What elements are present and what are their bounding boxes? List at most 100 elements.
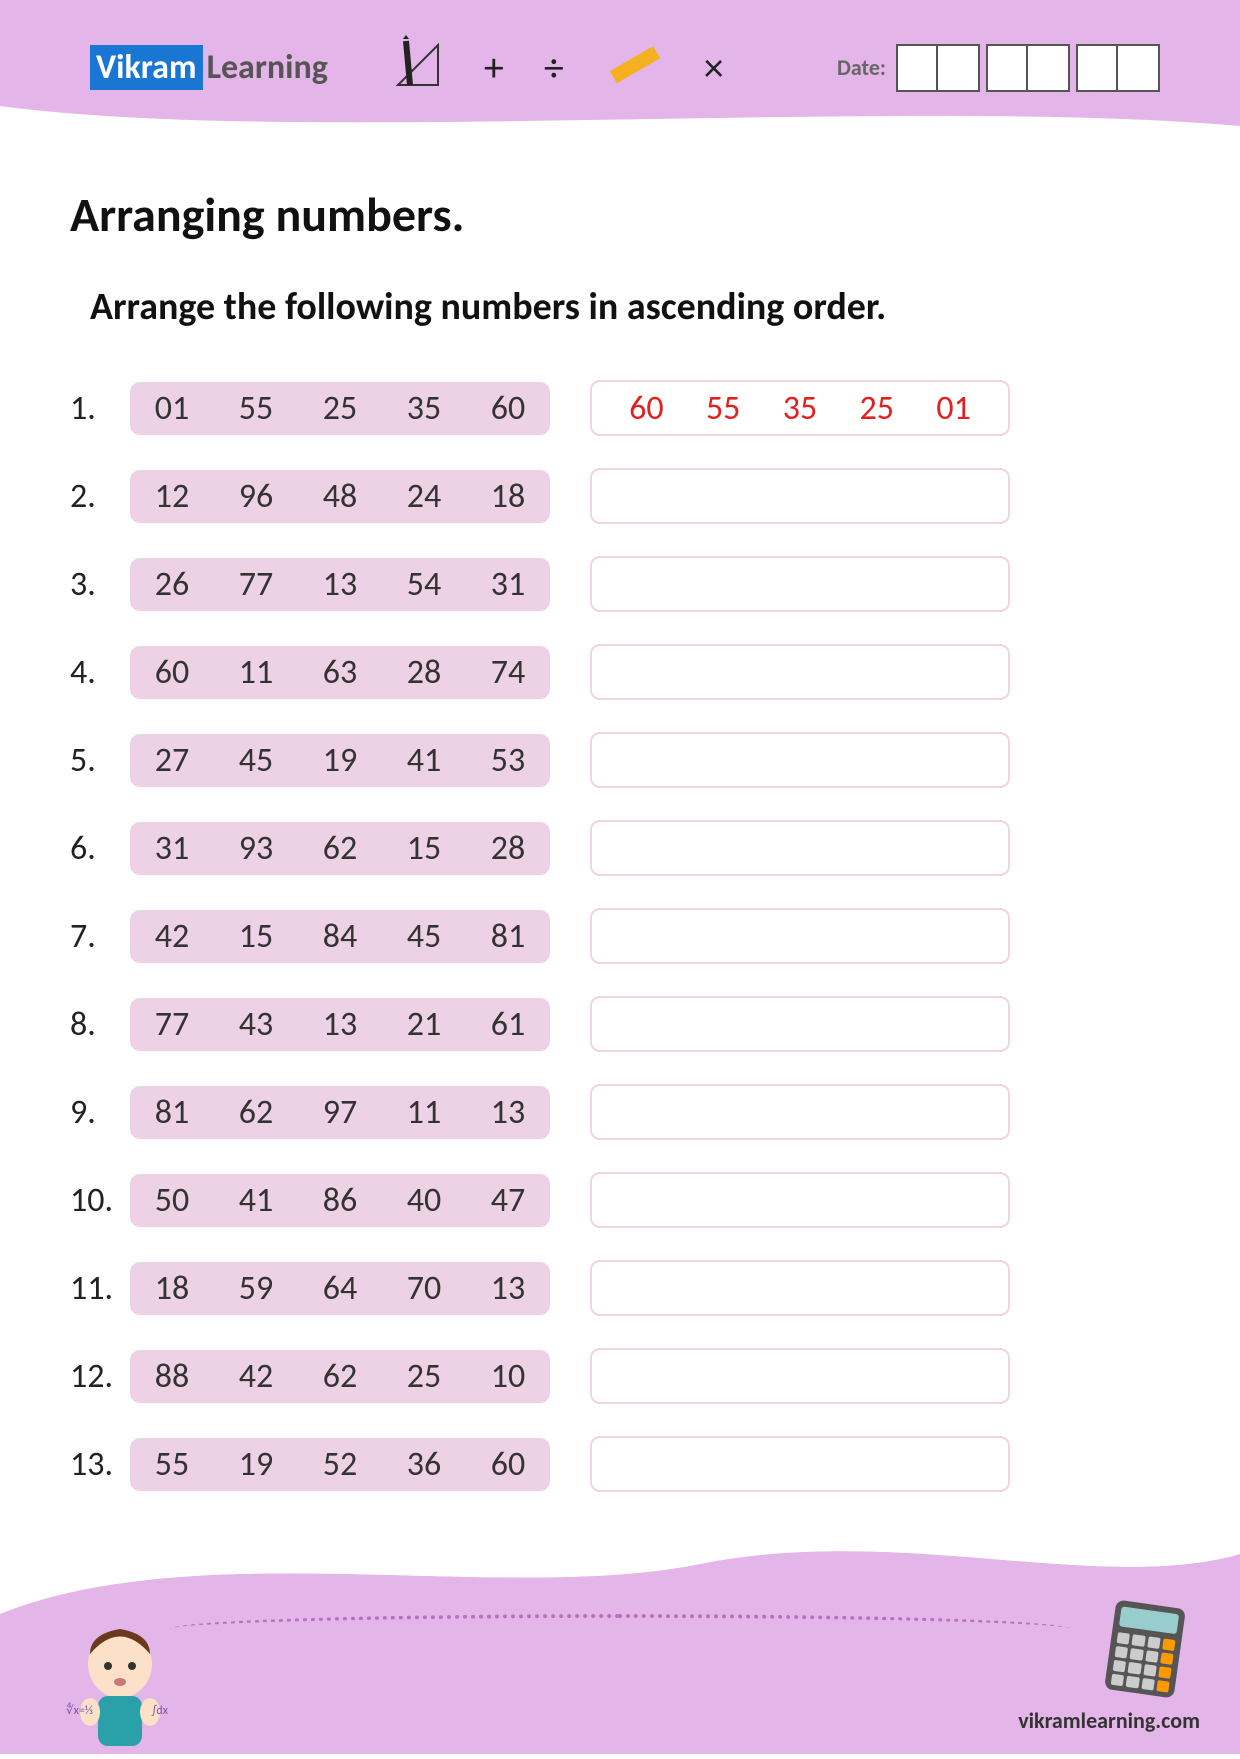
number-group: 2745194153 (130, 734, 550, 787)
divide-icon: ÷ (544, 43, 564, 92)
plus-icon: + (484, 43, 504, 92)
number-group: 5041864047 (130, 1174, 550, 1227)
number-cell: 42 (232, 1356, 280, 1397)
row-number: 13. (70, 1444, 130, 1485)
number-cell: 62 (316, 1356, 364, 1397)
number-cell: 47 (484, 1180, 532, 1221)
svg-text:∜x=⅓: ∜x=⅓ (66, 1703, 93, 1718)
row-number: 2. (70, 476, 130, 517)
number-cell: 77 (148, 1004, 196, 1045)
number-cell: 81 (484, 916, 532, 957)
row-number: 6. (70, 828, 130, 869)
number-cell: 40 (400, 1180, 448, 1221)
date-box[interactable] (938, 44, 980, 92)
date-box[interactable] (986, 44, 1028, 92)
date-box[interactable] (896, 44, 938, 92)
answer-box[interactable]: 6055352501 (590, 380, 1010, 436)
number-cell: 97 (316, 1092, 364, 1133)
answer-box[interactable] (590, 820, 1010, 876)
question-row: 4.6011632874 (70, 644, 1170, 700)
number-cell: 01 (148, 388, 196, 429)
number-cell: 21 (400, 1004, 448, 1045)
question-row: 9.8162971113 (70, 1084, 1170, 1140)
number-cell: 60 (484, 1444, 532, 1485)
number-cell: 13 (316, 1004, 364, 1045)
number-cell: 55 (148, 1444, 196, 1485)
answer-box[interactable] (590, 996, 1010, 1052)
row-number: 11. (70, 1268, 130, 1309)
number-cell: 96 (232, 476, 280, 517)
number-cell: 45 (232, 740, 280, 781)
row-number: 7. (70, 916, 130, 957)
number-cell: 81 (148, 1092, 196, 1133)
number-cell: 12 (148, 476, 196, 517)
page-title: Arranging numbers. (70, 185, 1170, 244)
number-group: 1859647013 (130, 1262, 550, 1315)
ruler-icon (604, 33, 664, 103)
number-group: 5519523660 (130, 1438, 550, 1491)
answer-box[interactable] (590, 644, 1010, 700)
pencil-triangle-icon (388, 35, 444, 101)
header-wave (0, 106, 1240, 136)
number-cell: 19 (232, 1444, 280, 1485)
number-cell: 43 (232, 1004, 280, 1045)
date-boxes (896, 44, 1160, 92)
brand-part2: Learning (207, 47, 328, 88)
number-cell: 70 (400, 1268, 448, 1309)
number-cell: 60 (484, 388, 532, 429)
number-cell: 62 (232, 1092, 280, 1133)
number-cell: 86 (316, 1180, 364, 1221)
row-number: 12. (70, 1356, 130, 1397)
answer-cell: 01 (930, 388, 978, 429)
date-box[interactable] (1076, 44, 1118, 92)
question-row: 10.5041864047 (70, 1172, 1170, 1228)
number-cell: 42 (148, 916, 196, 957)
answer-box[interactable] (590, 732, 1010, 788)
date-label: Date: (837, 54, 886, 81)
number-cell: 13 (484, 1092, 532, 1133)
row-number: 8. (70, 1004, 130, 1045)
number-cell: 61 (484, 1004, 532, 1045)
answer-cell: 55 (699, 388, 747, 429)
number-cell: 10 (484, 1356, 532, 1397)
number-cell: 26 (148, 564, 196, 605)
number-cell: 59 (232, 1268, 280, 1309)
answer-cell: 60 (622, 388, 670, 429)
number-cell: 77 (232, 564, 280, 605)
answer-box[interactable] (590, 1260, 1010, 1316)
number-cell: 15 (232, 916, 280, 957)
question-row: 1.01552535606055352501 (70, 380, 1170, 436)
number-cell: 35 (400, 388, 448, 429)
date-box[interactable] (1028, 44, 1070, 92)
footer-url: vikramlearning.com (1018, 1707, 1200, 1734)
answer-box[interactable] (590, 468, 1010, 524)
svg-text:∫dx: ∫dx (151, 1704, 169, 1718)
number-cell: 41 (400, 740, 448, 781)
date-box[interactable] (1118, 44, 1160, 92)
row-number: 5. (70, 740, 130, 781)
number-cell: 64 (316, 1268, 364, 1309)
number-group: 77 43 13 21 61 (130, 998, 550, 1051)
question-row: 6.3193621528 (70, 820, 1170, 876)
number-cell: 54 (400, 564, 448, 605)
number-cell: 28 (400, 652, 448, 693)
content: Arranging numbers. Arrange the following… (0, 135, 1240, 1492)
answer-box[interactable] (590, 1348, 1010, 1404)
header: Vikram Learning + ÷ × Date: (0, 0, 1240, 135)
answer-box[interactable] (590, 556, 1010, 612)
number-group: 1296482418 (130, 470, 550, 523)
number-cell: 31 (148, 828, 196, 869)
number-cell: 53 (484, 740, 532, 781)
question-rows: 1.015525356060553525012.12964824183.2677… (70, 380, 1170, 1492)
question-row: 11.1859647013 (70, 1260, 1170, 1316)
answer-box[interactable] (590, 1084, 1010, 1140)
row-number: 4. (70, 652, 130, 693)
number-group: 3193621528 (130, 822, 550, 875)
boy-thinking-icon: ∜x=⅓ ∫dx (60, 1614, 180, 1754)
answer-box[interactable] (590, 908, 1010, 964)
number-cell: 88 (148, 1356, 196, 1397)
number-cell: 27 (148, 740, 196, 781)
answer-box[interactable] (590, 1436, 1010, 1492)
number-cell: 13 (316, 564, 364, 605)
answer-box[interactable] (590, 1172, 1010, 1228)
